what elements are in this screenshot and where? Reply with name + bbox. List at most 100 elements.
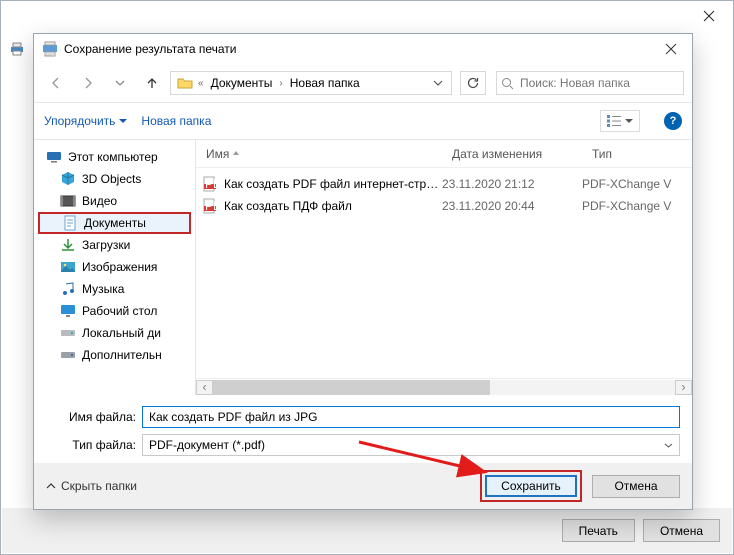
desktop-icon — [60, 303, 76, 319]
breadcrumb-item[interactable]: Документы — [207, 76, 277, 90]
dialog-title: Сохранение результата печати — [64, 42, 654, 56]
scroll-track[interactable] — [213, 380, 675, 395]
search-field[interactable]: Поиск: Новая папка — [496, 71, 684, 95]
tree-label: Локальный ди — [82, 326, 161, 340]
file-type: PDF-XChange V — [582, 199, 692, 213]
search-placeholder: Поиск: Новая папка — [520, 76, 630, 90]
filename-label: Имя файла: — [46, 410, 136, 424]
file-name: Как создать ПДФ файл — [224, 199, 442, 213]
dialog-close-button[interactable] — [654, 38, 688, 60]
hide-folders-label: Скрыть папки — [61, 479, 137, 493]
tree-item-video[interactable]: Видео — [38, 190, 191, 212]
file-row[interactable]: PDF Как создать PDF файл интернет-страни… — [196, 173, 692, 195]
save-button-highlight: Сохранить — [480, 470, 582, 502]
save-button[interactable]: Сохранить — [485, 475, 577, 497]
nav-forward-button[interactable] — [74, 70, 102, 96]
organize-menu[interactable]: Упорядочить — [44, 114, 127, 128]
file-type: PDF-XChange V — [582, 177, 692, 191]
column-type[interactable]: Тип — [582, 147, 692, 161]
nav-back-button[interactable] — [42, 70, 70, 96]
tree-item-this-pc[interactable]: Этот компьютер — [38, 146, 191, 168]
tree-label: Загрузки — [82, 238, 130, 252]
column-date[interactable]: Дата изменения — [442, 147, 582, 161]
column-headers: Имя Дата изменения Тип — [196, 140, 692, 168]
tree-item-music[interactable]: Музыка — [38, 278, 191, 300]
tree-label: Музыка — [82, 282, 124, 296]
file-date: 23.11.2020 20:44 — [442, 199, 582, 213]
filetype-select[interactable]: PDF-документ (*.pdf) — [142, 434, 680, 456]
cube-icon — [60, 171, 76, 187]
refresh-button[interactable] — [460, 71, 486, 95]
view-mode-button[interactable] — [600, 110, 640, 132]
parent-cancel-button[interactable]: Отмена — [643, 519, 720, 542]
file-row[interactable]: PDF Как создать ПДФ файл 23.11.2020 20:4… — [196, 195, 692, 217]
tree-label: Изображения — [82, 260, 157, 274]
close-icon — [665, 43, 677, 55]
music-icon — [60, 281, 76, 297]
tree-item-downloads[interactable]: Загрузки — [38, 234, 191, 256]
new-folder-button[interactable]: Новая папка — [141, 114, 211, 128]
horizontal-scrollbar[interactable]: ‹ › — [196, 378, 692, 395]
parent-footer: Печать Отмена — [2, 508, 732, 553]
scroll-thumb[interactable] — [213, 380, 490, 395]
nav-up-button[interactable] — [138, 70, 166, 96]
toolbar: Упорядочить Новая папка ? — [34, 102, 692, 140]
nav-recent-button[interactable] — [106, 70, 134, 96]
save-file-dialog: Сохранение результата печати « Документы… — [33, 33, 693, 510]
tree-label: Этот компьютер — [68, 150, 158, 164]
column-name[interactable]: Имя — [196, 147, 442, 161]
disk-icon — [60, 347, 76, 363]
breadcrumb-item[interactable]: Новая папка — [286, 76, 364, 90]
tree-item-3d-objects[interactable]: 3D Objects — [38, 168, 191, 190]
tree-item-pictures[interactable]: Изображения — [38, 256, 191, 278]
parent-print-button[interactable]: Печать — [562, 519, 635, 542]
dialog-icon — [42, 41, 58, 57]
breadcrumb-dropdown[interactable] — [429, 78, 447, 88]
navbar: « Документы › Новая папка Поиск: Новая п… — [34, 64, 692, 102]
breadcrumb[interactable]: « Документы › Новая папка — [170, 71, 452, 95]
tree-item-desktop[interactable]: Рабочий стол — [38, 300, 191, 322]
chevron-down-icon — [433, 78, 443, 88]
pc-icon — [46, 149, 62, 165]
organize-label: Упорядочить — [44, 114, 115, 128]
sort-asc-icon — [232, 150, 240, 158]
help-button[interactable]: ? — [664, 112, 682, 130]
breadcrumb-prefix: « — [195, 78, 207, 89]
tree-item-local-disk[interactable]: Локальный ди — [38, 322, 191, 344]
video-icon — [60, 193, 76, 209]
tree-item-documents[interactable]: Документы — [38, 212, 191, 234]
tree-label: Рабочий стол — [82, 304, 157, 318]
tree-label: Дополнительн — [82, 348, 162, 362]
image-icon — [60, 259, 76, 275]
dialog-body: Этот компьютер 3D Objects Видео Документ… — [34, 140, 692, 395]
view-list-icon — [607, 115, 621, 127]
breadcrumb-separator: › — [276, 78, 285, 89]
dialog-footer: Скрыть папки Сохранить Отмена — [34, 463, 692, 509]
tree-item-additional-disk[interactable]: Дополнительн — [38, 344, 191, 366]
cancel-button[interactable]: Отмена — [592, 475, 680, 498]
search-icon — [501, 77, 514, 90]
pdf-file-icon: PDF — [196, 198, 224, 214]
scroll-right-button[interactable]: › — [675, 380, 692, 395]
tree-label: Документы — [84, 216, 146, 230]
file-rows: PDF Как создать PDF файл интернет-страни… — [196, 168, 692, 222]
tree-label: Видео — [82, 194, 117, 208]
caret-down-icon — [119, 117, 127, 125]
refresh-icon — [466, 76, 480, 90]
caret-down-icon — [625, 117, 633, 125]
printer-icon — [9, 41, 25, 60]
download-icon — [60, 237, 76, 253]
filename-input[interactable] — [142, 406, 680, 428]
pdf-file-icon: PDF — [196, 176, 224, 192]
save-form: Имя файла: Тип файла: PDF-документ (*.pd… — [34, 395, 692, 463]
chevron-up-icon — [46, 481, 56, 491]
scroll-left-button[interactable]: ‹ — [196, 380, 213, 395]
arrow-left-icon — [49, 76, 63, 90]
arrow-up-icon — [145, 76, 159, 90]
document-icon — [62, 215, 78, 231]
folder-icon — [175, 75, 195, 91]
tree-label: 3D Objects — [82, 172, 141, 186]
hide-folders-toggle[interactable]: Скрыть папки — [46, 479, 137, 493]
close-icon — [701, 8, 717, 24]
parent-close-button[interactable] — [695, 7, 723, 25]
